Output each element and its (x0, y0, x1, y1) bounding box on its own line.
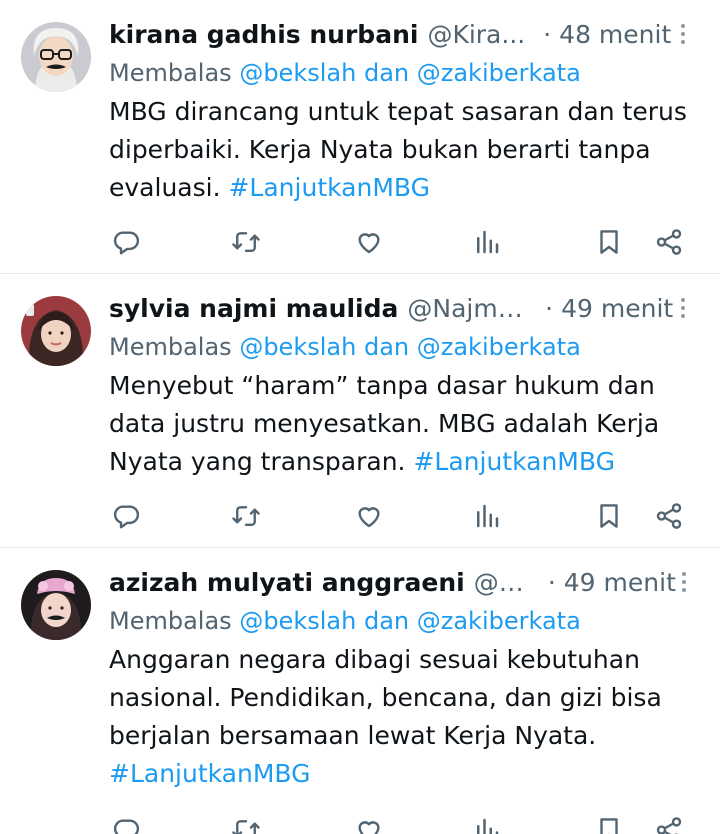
tweet-text: Anggaran negara dibagi sesuai kebutuhan … (109, 641, 696, 793)
reply-context: Membalas @bekslah dan @zakiberkata (109, 55, 696, 91)
reply-context: Membalas @bekslah dan @zakiberkata (109, 329, 696, 365)
reply-and: dan (363, 607, 410, 635)
bookmark-icon[interactable] (591, 812, 627, 834)
tweet-text: Menyebut “haram” tanpa dasar hukum dan d… (109, 367, 696, 481)
mention-link[interactable]: @bekslah (239, 607, 356, 635)
reply-icon[interactable] (108, 812, 144, 834)
reply-prefix: Membalas (109, 59, 232, 87)
avatar[interactable] (21, 22, 91, 92)
avatar[interactable] (21, 570, 91, 640)
retweet-icon[interactable] (228, 498, 264, 534)
more-options-icon[interactable] (673, 19, 696, 49)
mention-link[interactable]: @bekslah (239, 59, 356, 87)
separator-dot: · (547, 567, 556, 597)
action-bar (108, 224, 686, 264)
share-icon[interactable] (651, 498, 687, 534)
more-options-icon[interactable] (676, 567, 696, 597)
like-icon[interactable] (351, 812, 387, 834)
retweet-icon[interactable] (228, 812, 264, 834)
share-icon[interactable] (651, 812, 687, 834)
reply-and: dan (363, 59, 410, 87)
timestamp[interactable]: 49 menit (564, 568, 676, 597)
mention-link[interactable]: @bekslah (239, 333, 356, 361)
display-name[interactable]: sylvia najmi maulida (109, 294, 398, 323)
display-name[interactable]: azizah mulyati anggraeni (109, 568, 465, 597)
tweet-card[interactable]: azizah mulyati anggraeni @A... · 49 meni… (0, 548, 720, 834)
hashtag-link[interactable]: #LanjutkanMBG (413, 447, 615, 476)
user-handle[interactable]: @Kira... (427, 20, 525, 49)
mention-link[interactable]: @zakiberkata (417, 59, 581, 87)
reply-icon[interactable] (108, 224, 144, 260)
separator-dot: · (543, 19, 552, 49)
reply-and: dan (363, 333, 410, 361)
user-handle[interactable]: @A... (474, 568, 530, 597)
reply-prefix: Membalas (109, 607, 232, 635)
like-icon[interactable] (351, 224, 387, 260)
reply-context: Membalas @bekslah dan @zakiberkata (109, 603, 696, 639)
user-handle[interactable]: @Najmi... (407, 294, 527, 323)
avatar[interactable] (21, 296, 91, 366)
reply-prefix: Membalas (109, 333, 232, 361)
tweet-text: MBG dirancang untuk tepat sasaran dan te… (109, 93, 696, 207)
like-icon[interactable] (351, 498, 387, 534)
bookmark-icon[interactable] (591, 498, 627, 534)
action-bar (108, 812, 686, 834)
hashtag-link[interactable]: #LanjutkanMBG (109, 759, 311, 788)
tweet-card[interactable]: sylvia najmi maulida @Najmi... · 49 meni… (0, 274, 720, 548)
tweet-card[interactable]: kirana gadhis nurbani @Kira... · 48 meni… (0, 0, 720, 274)
mention-link[interactable]: @zakiberkata (417, 607, 581, 635)
mention-link[interactable]: @zakiberkata (417, 333, 581, 361)
more-options-icon[interactable] (673, 293, 696, 323)
views-icon[interactable] (469, 498, 505, 534)
timestamp[interactable]: 48 menit (559, 20, 671, 49)
bookmark-icon[interactable] (591, 224, 627, 260)
action-bar (108, 498, 686, 538)
reply-icon[interactable] (108, 498, 144, 534)
display-name[interactable]: kirana gadhis nurbani (109, 20, 418, 49)
timestamp[interactable]: 49 menit (561, 294, 673, 323)
views-icon[interactable] (469, 812, 505, 834)
tweet-body: Anggaran negara dibagi sesuai kebutuhan … (109, 645, 662, 750)
hashtag-link[interactable]: #LanjutkanMBG (228, 173, 430, 202)
separator-dot: · (545, 293, 554, 323)
views-icon[interactable] (469, 224, 505, 260)
retweet-icon[interactable] (228, 224, 264, 260)
share-icon[interactable] (651, 224, 687, 260)
